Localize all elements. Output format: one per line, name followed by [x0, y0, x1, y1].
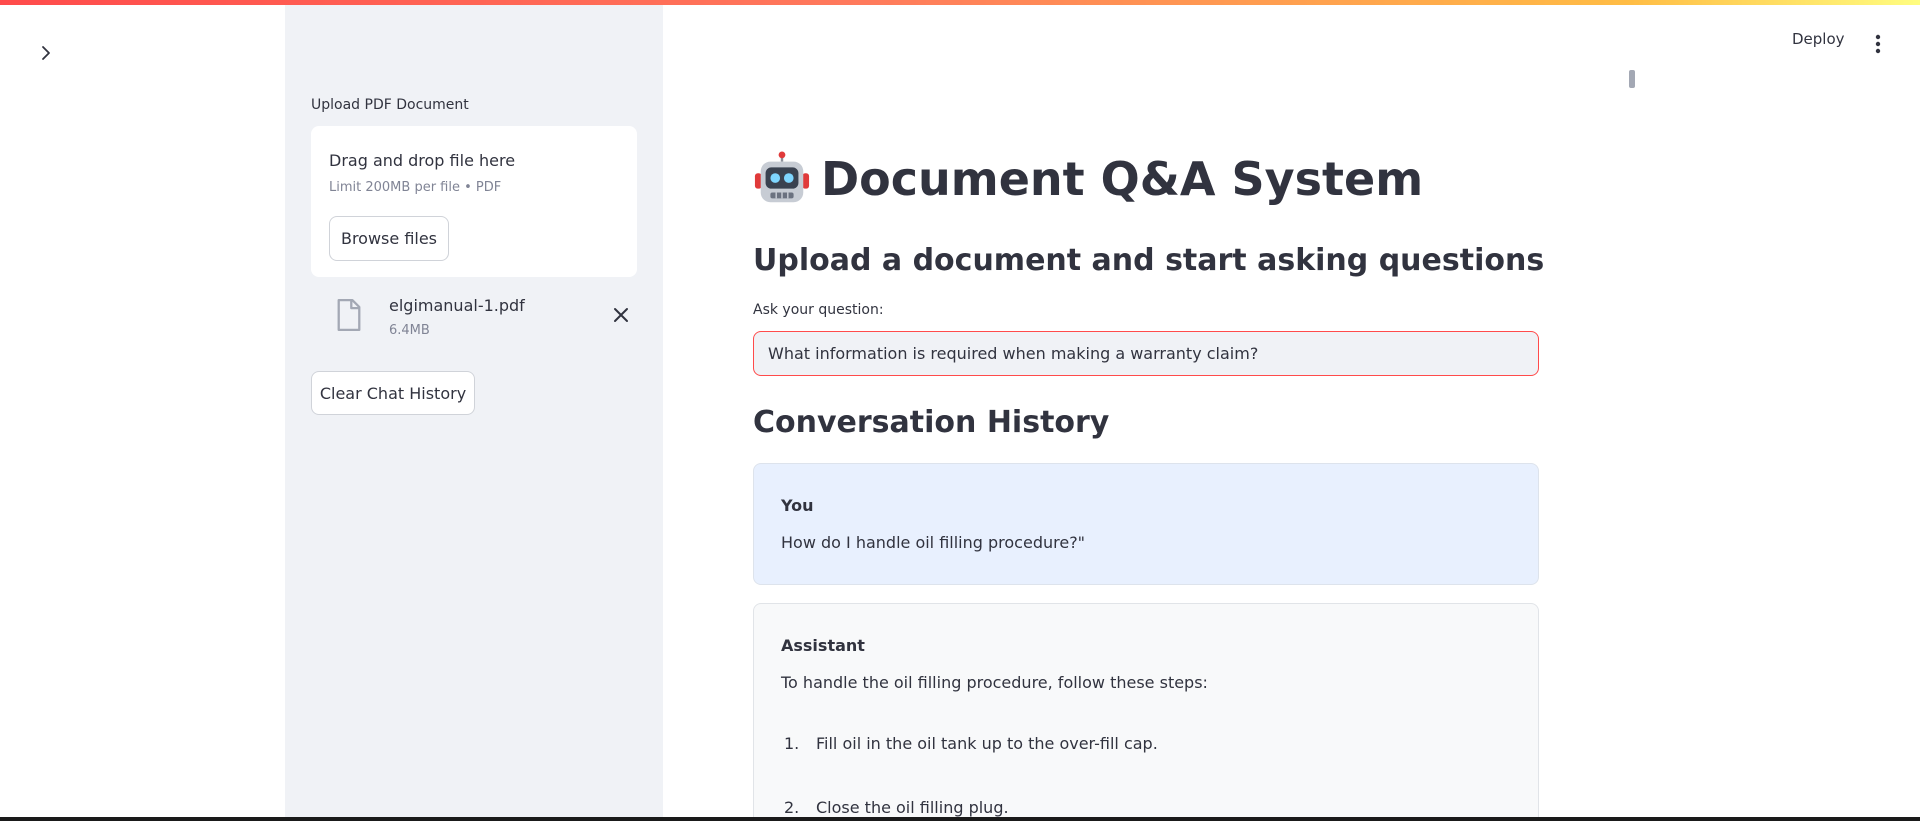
deploy-button[interactable]: Deploy — [1792, 30, 1845, 48]
browse-files-button[interactable]: Browse files — [329, 216, 449, 261]
conversation-history-heading: Conversation History — [753, 405, 1110, 440]
clear-chat-history-button[interactable]: Clear Chat History — [311, 371, 475, 415]
assistant-message: Assistant To handle the oil filling proc… — [753, 603, 1539, 821]
robot-icon — [754, 151, 810, 203]
message-text: To handle the oil filling procedure, fol… — [781, 673, 1208, 692]
main-menu-button[interactable] — [1868, 32, 1888, 56]
file-dropzone[interactable]: Drag and drop file here Limit 200MB per … — [311, 126, 637, 277]
list-item: 1. Fill oil in the oil tank up to the ove… — [784, 734, 1158, 753]
message-text: How do I handle oil filling procedure?" — [781, 533, 1086, 552]
list-item-number: 2. — [784, 798, 800, 817]
list-item: 2. Close the oil filling plug. — [784, 798, 1009, 817]
page-subtitle: Upload a document and start asking quest… — [753, 243, 1545, 278]
file-name: elgimanual-1.pdf — [389, 296, 525, 315]
question-label: Ask your question: — [753, 302, 884, 318]
file-size: 6.4MB — [389, 323, 430, 338]
uploader-label: Upload PDF Document — [311, 97, 469, 113]
list-item-number: 1. — [784, 734, 800, 753]
more-vertical-icon — [1875, 34, 1881, 54]
page-title-text: Document Q&A System — [821, 152, 1424, 206]
dropzone-title: Drag and drop file here — [329, 151, 516, 170]
file-icon — [337, 299, 361, 331]
scrollbar-thumb[interactable] — [1629, 70, 1635, 88]
bottom-border — [0, 817, 1920, 821]
dropzone-limit-text: Limit 200MB per file • PDF — [329, 180, 502, 195]
left-gutter — [0, 5, 285, 817]
chevron-right-icon — [42, 46, 50, 60]
close-icon — [614, 308, 628, 322]
uploaded-file-row: elgimanual-1.pdf 6.4MB — [311, 291, 637, 341]
sidebar: Upload PDF Document Drag and drop file h… — [285, 5, 663, 817]
message-role: You — [781, 496, 814, 515]
list-item-text: Close the oil filling plug. — [816, 798, 1009, 817]
question-input[interactable]: What information is required when making… — [753, 331, 1539, 376]
expand-sidebar-button[interactable] — [34, 41, 58, 65]
message-role: Assistant — [781, 636, 865, 655]
page-title: Document Q&A System — [753, 150, 1423, 208]
remove-file-button[interactable] — [611, 305, 631, 325]
user-message: You How do I handle oil filling procedur… — [753, 463, 1539, 585]
list-item-text: Fill oil in the oil tank up to the over-… — [816, 734, 1158, 753]
